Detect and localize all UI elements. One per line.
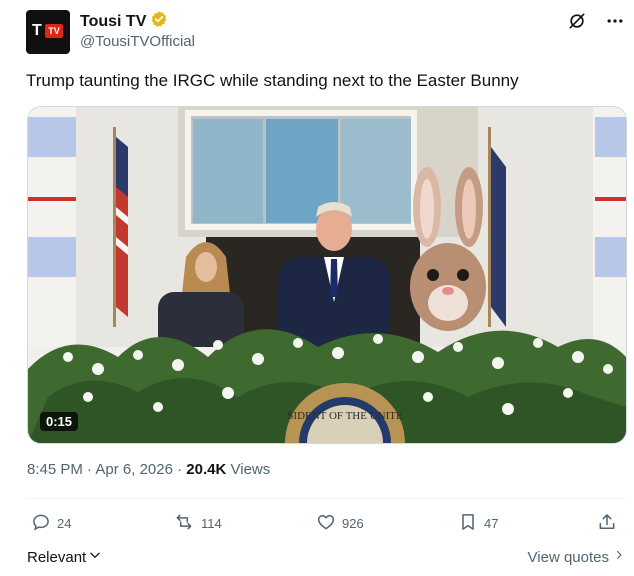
- repost-count: 114: [201, 516, 222, 531]
- avatar-logo: TV: [45, 24, 63, 38]
- verified-badge-icon: [150, 10, 168, 33]
- tweet-meta: 8:45 PM · Apr 6, 2026 · 20.4K Views: [27, 461, 271, 478]
- video-frame: SIDENT OF THE UNITE: [28, 107, 626, 443]
- reply-icon: [31, 512, 51, 535]
- replies-footer: Relevant View quotes: [27, 548, 625, 570]
- video-duration: 0:15: [40, 412, 79, 431]
- chevron-right-icon: [613, 548, 625, 566]
- divider: [27, 498, 625, 499]
- reply-button[interactable]: 24: [31, 512, 71, 535]
- repost-button[interactable]: 114: [173, 512, 222, 535]
- avatar[interactable]: T TV: [26, 10, 70, 54]
- repost-icon: [173, 512, 195, 535]
- bookmark-count: 47: [484, 516, 499, 531]
- view-quotes-link[interactable]: View quotes: [528, 548, 625, 566]
- seal-text: SIDENT OF THE UNITE: [287, 410, 403, 422]
- more-icon[interactable]: [604, 10, 626, 32]
- share-button[interactable]: [597, 512, 617, 535]
- tweet-date[interactable]: Apr 6, 2026: [95, 461, 173, 478]
- tweet-header: T TV Tousi TV @TousiTVOfficial: [26, 8, 626, 60]
- display-name[interactable]: Tousi TV: [80, 13, 146, 31]
- video-player[interactable]: SIDENT OF THE UNITE 0:15: [27, 106, 627, 444]
- tweet-text: Trump taunting the IRGC while standing n…: [26, 71, 519, 90]
- sort-relevant-dropdown[interactable]: Relevant: [27, 548, 102, 566]
- bookmark-icon: [458, 512, 478, 535]
- bookmark-button[interactable]: 47: [458, 512, 498, 535]
- tweet-time[interactable]: 8:45 PM: [27, 461, 83, 478]
- reply-count: 24: [57, 516, 72, 531]
- views-count: 20.4K: [186, 461, 227, 478]
- like-button[interactable]: 926: [316, 512, 364, 535]
- view-quotes-label: View quotes: [527, 548, 609, 566]
- sort-label: Relevant: [27, 548, 87, 566]
- handle[interactable]: @TousiTVOfficial: [80, 33, 195, 50]
- views-label: Views: [230, 461, 271, 478]
- chevron-down-icon: [88, 548, 102, 566]
- like-count: 926: [342, 516, 364, 531]
- grok-icon[interactable]: [566, 10, 588, 32]
- heart-icon: [316, 512, 336, 535]
- share-icon: [597, 512, 617, 535]
- action-bar: 24 114 926 47: [27, 512, 625, 540]
